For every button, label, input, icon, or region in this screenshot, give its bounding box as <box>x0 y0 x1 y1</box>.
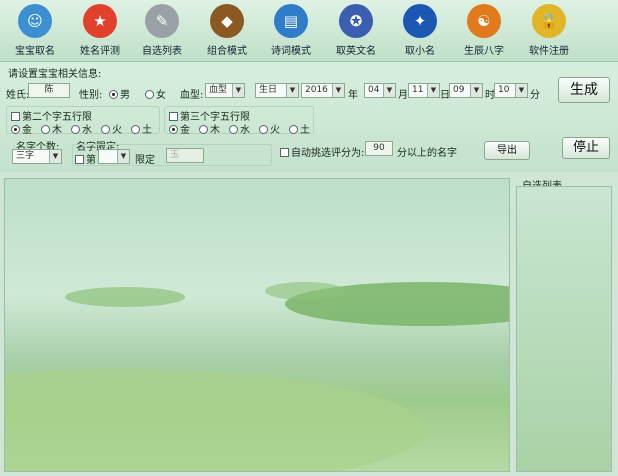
results-area[interactable] <box>4 178 510 472</box>
element-label: 火 <box>112 125 122 136</box>
minute-value: 10 <box>498 85 510 95</box>
toolbar-name-evaluation[interactable]: ★ 姓名评测 <box>69 4 131 57</box>
gender-female-label: 女 <box>156 90 166 101</box>
element-label: 木 <box>52 125 62 136</box>
toolbar-combination-mode[interactable]: ◆ 组合模式 <box>196 4 258 57</box>
year-select[interactable]: 2016 ▼ <box>301 83 345 98</box>
hour-value: 09 <box>453 85 465 95</box>
landscape-image <box>5 282 509 471</box>
element-label: 金 <box>22 125 32 136</box>
month-unit: 月 <box>398 90 408 101</box>
toolbar-label: 取英文名 <box>336 46 376 57</box>
birthday-select[interactable]: 生日 ▼ <box>255 83 299 98</box>
pencil-cup-icon: ✎ <box>145 4 179 38</box>
element-label: 水 <box>240 125 250 136</box>
export-button[interactable]: 导出 <box>484 141 530 160</box>
element-label: 水 <box>82 125 92 136</box>
toolbar-label: 软件注册 <box>529 46 569 57</box>
name-count-select[interactable]: 三字 ▼ <box>12 149 62 164</box>
lion-icon: ◆ <box>210 4 244 38</box>
toolbar-nickname[interactable]: ✦ 取小名 <box>389 4 451 57</box>
element-label: 火 <box>270 125 280 136</box>
medal-icon: ★ <box>83 4 117 38</box>
section-title: 请设置宝宝相关信息: <box>8 69 102 80</box>
name-limit-group <box>72 144 272 166</box>
generate-button[interactable]: 生成 <box>558 77 610 103</box>
minute-unit: 分 <box>530 90 540 101</box>
toolbar: ☺ 宝宝取名 ★ 姓名评测 ✎ 自选列表 ◆ 组合模式 ▤ 诗词模式 ✪ 取英文… <box>0 0 618 62</box>
toolbar-custom-list[interactable]: ✎ 自选列表 <box>131 4 193 57</box>
baby-icon: ☺ <box>18 4 52 38</box>
birthday-value: 生日 <box>259 85 278 95</box>
gender-male-radio[interactable]: 男 <box>109 86 130 101</box>
minute-select[interactable]: 10 ▼ <box>494 83 528 98</box>
chevron-down-icon: ▼ <box>49 150 61 163</box>
custom-list-panel[interactable] <box>516 186 612 472</box>
day-value: 11 <box>412 85 424 95</box>
element-label: 木 <box>210 125 220 136</box>
stop-button[interactable]: 停止 <box>562 137 610 159</box>
lock-icon: 🔒 <box>532 4 566 38</box>
toolbar-label: 宝宝取名 <box>15 46 55 57</box>
third-char-element-group: 第三个字五行限 金 木 水 火 土 <box>164 106 314 136</box>
chevron-down-icon: ▼ <box>427 84 439 97</box>
chevron-down-icon: ▼ <box>470 84 482 97</box>
chevron-down-icon: ▼ <box>332 84 344 97</box>
toolbar-label: 生辰八字 <box>464 46 504 57</box>
element-radio[interactable]: 金 <box>11 121 32 136</box>
element-label: 土 <box>300 125 310 136</box>
gender-label: 性别: <box>79 90 103 101</box>
element-radio[interactable]: 金 <box>169 121 190 136</box>
gender-male-label: 男 <box>120 90 130 101</box>
element-radio[interactable]: 火 <box>259 121 280 136</box>
day-select[interactable]: 11 ▼ <box>408 83 440 98</box>
element-radio[interactable]: 土 <box>131 121 152 136</box>
surname-input[interactable]: 陈 <box>28 83 70 98</box>
element-radio[interactable]: 土 <box>289 121 310 136</box>
chevron-down-icon: ▼ <box>286 84 298 97</box>
element-label: 金 <box>180 125 190 136</box>
month-value: 04 <box>368 85 380 95</box>
chevron-down-icon: ▼ <box>383 84 395 97</box>
name-count-value: 三字 <box>16 151 35 161</box>
surname-label: 姓氏: <box>6 90 30 101</box>
element-radio[interactable]: 木 <box>199 121 220 136</box>
element-radio[interactable]: 水 <box>229 121 250 136</box>
gender-female-radio[interactable]: 女 <box>145 86 166 101</box>
element-label: 土 <box>142 125 152 136</box>
badge-icon: ✪ <box>339 4 373 38</box>
settings-form: 请设置宝宝相关信息: 姓氏: 陈 性别: 男 女 血型: 血型 ▼ 生日 ▼ 201… <box>0 62 618 172</box>
element-radio[interactable]: 水 <box>71 121 92 136</box>
toolbar-label: 组合模式 <box>207 46 247 57</box>
blood-type-value: 血型 <box>209 85 228 95</box>
toolbar-label: 姓名评测 <box>80 46 120 57</box>
hour-select[interactable]: 09 ▼ <box>449 83 483 98</box>
year-unit: 年 <box>348 90 358 101</box>
bird-icon: ✦ <box>403 4 437 38</box>
toolbar-register[interactable]: 🔒 软件注册 <box>518 4 580 57</box>
month-select[interactable]: 04 ▼ <box>364 83 396 98</box>
auto-pick-suffix: 分以上的名字 <box>397 148 457 159</box>
second-char-element-group: 第二个字五行限 金 木 水 火 土 <box>6 106 160 136</box>
toolbar-label: 自选列表 <box>142 46 182 57</box>
chevron-down-icon: ▼ <box>232 84 244 97</box>
auto-pick-label: 自动挑选评分为: <box>291 148 365 159</box>
toolbar-label: 诗词模式 <box>271 46 311 57</box>
toolbar-english-name[interactable]: ✪ 取英文名 <box>325 4 387 57</box>
blood-type-select[interactable]: 血型 ▼ <box>205 83 245 98</box>
chevron-down-icon: ▼ <box>515 84 527 97</box>
toolbar-baby-naming[interactable]: ☺ 宝宝取名 <box>4 4 66 57</box>
blood-type-label: 血型: <box>180 90 204 101</box>
bagua-icon: ☯ <box>467 4 501 38</box>
auto-pick-score-input[interactable]: 90 <box>365 141 393 156</box>
auto-pick-checkbox[interactable]: 自动挑选评分为: <box>280 144 364 159</box>
element-radio[interactable]: 火 <box>101 121 122 136</box>
year-value: 2016 <box>305 85 328 95</box>
book-icon: ▤ <box>274 4 308 38</box>
toolbar-poetry-mode[interactable]: ▤ 诗词模式 <box>260 4 322 57</box>
toolbar-label: 取小名 <box>405 46 435 57</box>
toolbar-bazi[interactable]: ☯ 生辰八字 <box>453 4 515 57</box>
element-radio[interactable]: 木 <box>41 121 62 136</box>
